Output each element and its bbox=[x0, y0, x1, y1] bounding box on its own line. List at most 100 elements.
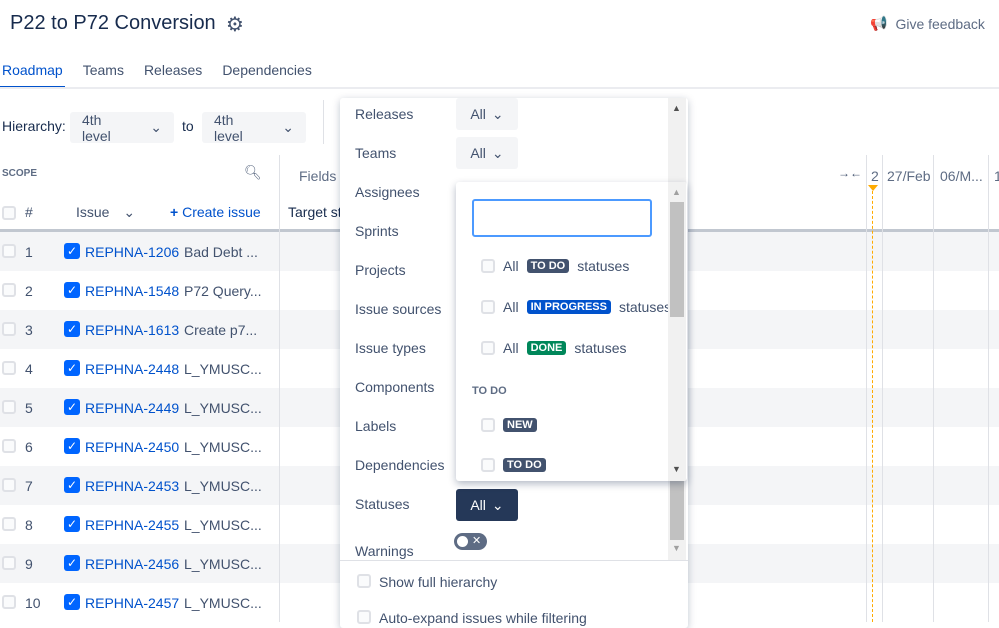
plus-icon: + bbox=[170, 204, 179, 220]
option-text: All bbox=[503, 340, 519, 356]
select-all-checkbox[interactable] bbox=[2, 206, 16, 220]
close-icon: ✕ bbox=[472, 535, 482, 547]
hierarchy-to-label: to bbox=[182, 118, 194, 134]
statuses-filter-button[interactable]: All ⌄ bbox=[456, 489, 518, 521]
option-new[interactable]: NEW bbox=[481, 418, 537, 432]
option-all-inprogress[interactable]: All IN PROGRESS statuses bbox=[481, 299, 671, 315]
search-icon[interactable]: 🔍︎ bbox=[244, 164, 262, 181]
row-checkbox[interactable] bbox=[2, 283, 16, 297]
issue-key-link[interactable]: REPHNA-1548 bbox=[85, 283, 179, 299]
issue-key-link[interactable]: REPHNA-2455 bbox=[85, 517, 179, 533]
row-checkbox[interactable] bbox=[2, 244, 16, 258]
search-field[interactable] bbox=[474, 201, 650, 235]
row-checkbox[interactable] bbox=[2, 478, 16, 492]
issue-key-link[interactable]: REPHNA-2456 bbox=[85, 556, 179, 572]
row-checkbox[interactable] bbox=[2, 400, 16, 414]
checkbox[interactable] bbox=[481, 458, 495, 472]
dropdown-scrollbar[interactable]: ▲ ▼ bbox=[668, 182, 686, 481]
tab-roadmap[interactable]: Roadmap bbox=[0, 62, 65, 89]
today-marker bbox=[872, 186, 873, 622]
timeline-col: 2 bbox=[871, 168, 879, 184]
button-label: All bbox=[470, 497, 486, 513]
row-checkbox[interactable] bbox=[2, 439, 16, 453]
create-issue-button[interactable]: + Create issue bbox=[170, 204, 261, 220]
issue-column-header[interactable]: Issue ⌄ bbox=[76, 204, 135, 221]
issue-type-checkbox[interactable]: ✓ bbox=[64, 594, 80, 610]
hierarchy-to-select[interactable]: 4th level ⌄ bbox=[202, 112, 306, 144]
issue-key-link[interactable]: REPHNA-2453 bbox=[85, 478, 179, 494]
option-todo[interactable]: TO DO bbox=[481, 458, 546, 472]
gear-icon[interactable]: ⚙ bbox=[226, 12, 244, 37]
column-divider bbox=[988, 155, 989, 622]
checkbox[interactable] bbox=[481, 418, 495, 432]
target-start-header: Target st bbox=[288, 204, 342, 220]
issue-key-link[interactable]: REPHNA-2457 bbox=[85, 595, 179, 611]
column-divider bbox=[866, 155, 867, 622]
give-feedback-button[interactable]: 📢 Give feedback bbox=[870, 15, 985, 32]
row-checkbox[interactable] bbox=[2, 361, 16, 375]
releases-filter-button[interactable]: All ⌄ bbox=[456, 98, 518, 130]
issue-type-checkbox[interactable]: ✓ bbox=[64, 399, 80, 415]
scroll-down-icon[interactable]: ▼ bbox=[672, 543, 681, 553]
group-heading-todo: TO DO bbox=[472, 385, 507, 397]
issue-summary: L_YMUSC... bbox=[184, 556, 262, 572]
filter-label: Releases bbox=[355, 106, 414, 122]
checkbox[interactable] bbox=[481, 300, 495, 314]
button-label: All bbox=[470, 145, 486, 161]
issue-type-checkbox[interactable]: ✓ bbox=[64, 321, 80, 337]
filter-label: Warnings bbox=[355, 543, 414, 559]
button-label: All bbox=[470, 106, 486, 122]
hierarchy-from-select[interactable]: 4th level ⌄ bbox=[70, 112, 174, 144]
status-lozenge: TO DO bbox=[503, 458, 546, 472]
chevron-down-icon: ⌄ bbox=[491, 496, 504, 513]
tab-dependencies[interactable]: Dependencies bbox=[220, 62, 314, 89]
show-full-hierarchy-checkbox[interactable] bbox=[357, 574, 371, 588]
issue-summary: Bad Debt ... bbox=[184, 244, 258, 260]
scroll-up-icon[interactable]: ▲ bbox=[672, 187, 681, 197]
option-text: All bbox=[503, 258, 519, 274]
issue-type-checkbox[interactable]: ✓ bbox=[64, 555, 80, 571]
option-all-done[interactable]: All DONE statuses bbox=[481, 340, 626, 356]
issue-key-link[interactable]: REPHNA-2449 bbox=[85, 400, 179, 416]
collapse-icon[interactable]: →← bbox=[838, 166, 862, 180]
row-checkbox[interactable] bbox=[2, 595, 16, 609]
scroll-up-icon[interactable]: ▲ bbox=[672, 103, 681, 113]
filter-label: Teams bbox=[355, 145, 397, 161]
warnings-toggle[interactable]: ✕ bbox=[454, 533, 487, 550]
row-number: 2 bbox=[25, 283, 33, 299]
option-all-todo[interactable]: All TO DO statuses bbox=[481, 258, 629, 274]
issue-type-checkbox[interactable]: ✓ bbox=[64, 243, 80, 259]
issue-type-checkbox[interactable]: ✓ bbox=[64, 516, 80, 532]
row-number: 3 bbox=[25, 322, 33, 338]
issue-summary: L_YMUSC... bbox=[184, 439, 262, 455]
row-checkbox[interactable] bbox=[2, 556, 16, 570]
issue-summary: L_YMUSC... bbox=[184, 517, 262, 533]
teams-filter-button[interactable]: All ⌄ bbox=[456, 137, 518, 169]
issue-key-link[interactable]: REPHNA-1206 bbox=[85, 244, 179, 260]
issue-header-label: Issue bbox=[76, 204, 110, 220]
checkbox[interactable] bbox=[481, 259, 495, 273]
row-checkbox[interactable] bbox=[2, 322, 16, 336]
issue-type-checkbox[interactable]: ✓ bbox=[64, 282, 80, 298]
chevron-down-icon: ⌄ bbox=[282, 119, 294, 135]
issue-type-checkbox[interactable]: ✓ bbox=[64, 438, 80, 454]
tab-teams[interactable]: Teams bbox=[81, 62, 126, 89]
page-title: P22 to P72 Conversion bbox=[10, 12, 216, 34]
issue-key-link[interactable]: REPHNA-2448 bbox=[85, 361, 179, 377]
row-checkbox[interactable] bbox=[2, 517, 16, 531]
scroll-down-icon[interactable]: ▼ bbox=[672, 464, 681, 474]
filter-label: Labels bbox=[355, 418, 397, 434]
column-divider bbox=[933, 155, 934, 622]
issue-summary: L_YMUSC... bbox=[184, 400, 262, 416]
issue-type-checkbox[interactable]: ✓ bbox=[64, 477, 80, 493]
checkbox[interactable] bbox=[481, 341, 495, 355]
issue-key-link[interactable]: REPHNA-1613 bbox=[85, 322, 179, 338]
status-search-input[interactable] bbox=[472, 199, 652, 237]
issue-key-link[interactable]: REPHNA-2450 bbox=[85, 439, 179, 455]
timeline-col: 27/Feb bbox=[887, 168, 931, 184]
tab-releases[interactable]: Releases bbox=[142, 62, 204, 89]
tab-divider bbox=[0, 87, 999, 89]
issue-type-checkbox[interactable]: ✓ bbox=[64, 360, 80, 376]
number-column-header: # bbox=[25, 204, 33, 220]
show-full-hierarchy-label: Show full hierarchy bbox=[379, 574, 498, 590]
